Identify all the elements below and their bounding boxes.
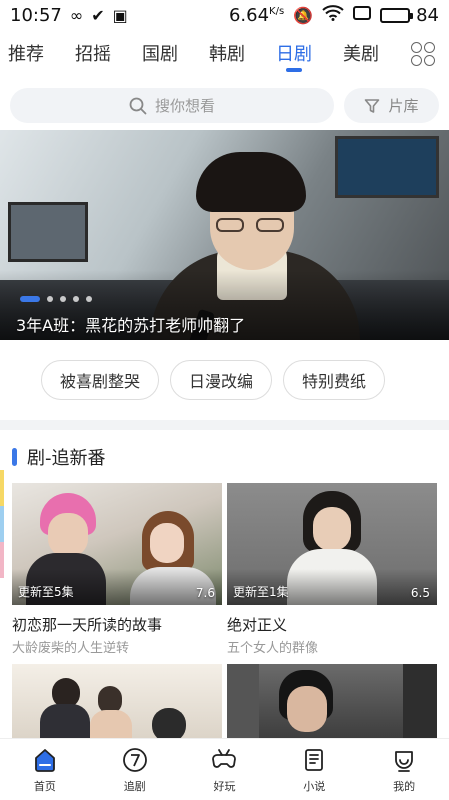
tab-5[interactable]: 美剧 [343, 32, 379, 74]
drama-title: 初恋那一天所读的故事 [12, 616, 163, 634]
library-button[interactable]: 片库 [344, 88, 439, 123]
drama-card[interactable]: 更新至5集 7.6 初恋那一天所读的故事 大龄废柴的人生逆转 [12, 483, 222, 656]
tab-0[interactable]: 推荐 [8, 32, 44, 74]
nav-home[interactable]: 首页 [0, 739, 90, 800]
drama-title: 绝对正义 [227, 616, 288, 634]
infinity-icon: ∞ [69, 5, 84, 25]
battery-percent: 84 [416, 4, 439, 26]
nav-label: 小说 [303, 779, 326, 793]
status-bar: 10:57 ∞ ✔ ▣ 6.64K/s 🔕 84 [0, 0, 449, 30]
profile-icon [390, 746, 418, 774]
pagination-dot[interactable] [73, 296, 79, 302]
nav-label: 追剧 [123, 779, 146, 793]
network-speed: 6.64K/s [228, 4, 285, 26]
gamepad-icon [210, 746, 238, 774]
search-placeholder: 搜你想看 [154, 97, 215, 115]
image-notification-icon: ▣ [112, 5, 128, 25]
check-circle-icon: ✔ [91, 5, 105, 25]
rating: 6.5 [410, 586, 430, 600]
tab-1[interactable]: 招摇 [75, 32, 111, 74]
section-divider [0, 420, 449, 430]
hero-banner[interactable] [0, 130, 449, 340]
banner-pagination[interactable] [20, 296, 92, 302]
tab-3[interactable]: 韩剧 [209, 32, 245, 74]
topic-chips: 被喜剧整哭 日漫改编 特别费纸 [41, 360, 386, 400]
banner-illustration [335, 136, 439, 198]
drama-poster: 更新至1集 6.5 [227, 483, 437, 605]
nav-label: 首页 [33, 779, 56, 793]
nav-profile[interactable]: 我的 [359, 739, 449, 800]
drama-card[interactable] [227, 664, 437, 738]
battery-icon [380, 7, 414, 23]
follow-drama-icon [121, 746, 149, 774]
search-icon [129, 97, 147, 114]
section-accent-bar [12, 448, 17, 466]
status-time: 10:57 [10, 4, 62, 26]
wifi-icon [322, 5, 344, 25]
drama-poster: 更新至5集 7.6 [12, 483, 222, 605]
drama-card[interactable] [12, 664, 222, 738]
update-status: 更新至1集 [233, 585, 289, 599]
tab-2[interactable]: 国剧 [142, 32, 178, 74]
topic-chip[interactable]: 日漫改编 [170, 360, 273, 400]
section-header: 剧-追新番 [12, 444, 106, 470]
tab-4[interactable]: 日剧 [276, 32, 312, 74]
category-tabs: 推荐 招摇 国剧 韩剧 日剧 美剧 [0, 32, 449, 74]
book-icon [300, 746, 328, 774]
side-decoration [0, 470, 4, 580]
rating: 7.6 [195, 586, 215, 600]
pagination-dot[interactable] [20, 296, 40, 302]
search-input[interactable]: 搜你想看 [10, 88, 334, 123]
drama-subtitle: 大龄废柴的人生逆转 [12, 641, 130, 656]
nav-label: 好玩 [213, 779, 236, 793]
nav-follow[interactable]: 追剧 [90, 739, 180, 800]
nav-novel[interactable]: 小说 [269, 739, 359, 800]
screen-icon [353, 5, 372, 25]
nav-label: 我的 [393, 779, 416, 793]
drama-subtitle: 五个女人的群像 [227, 641, 319, 656]
nav-fun[interactable]: 好玩 [180, 739, 270, 800]
filter-icon [365, 98, 380, 113]
pagination-dot[interactable] [60, 296, 66, 302]
drama-card[interactable]: 更新至1集 6.5 绝对正义 五个女人的群像 [227, 483, 437, 656]
pagination-dot[interactable] [47, 296, 53, 302]
topic-chip[interactable]: 特别费纸 [283, 360, 386, 400]
drama-poster [227, 664, 437, 738]
category-grid-icon[interactable] [411, 42, 435, 66]
home-icon [31, 746, 59, 774]
banner-caption: 3年A班：黑花的苏打老师帅翻了 [16, 316, 246, 335]
pagination-dot[interactable] [86, 296, 92, 302]
mute-icon: 🔕 [293, 5, 314, 25]
section-title: 剧-追新番 [27, 448, 106, 469]
topic-chip[interactable]: 被喜剧整哭 [41, 360, 160, 400]
battery-indicator: 84 [380, 5, 439, 26]
library-label: 片库 [388, 97, 419, 115]
drama-poster [12, 664, 222, 738]
bottom-navigation: 首页 追剧 好玩 小说 我的 [0, 738, 449, 800]
update-status: 更新至5集 [18, 585, 74, 599]
